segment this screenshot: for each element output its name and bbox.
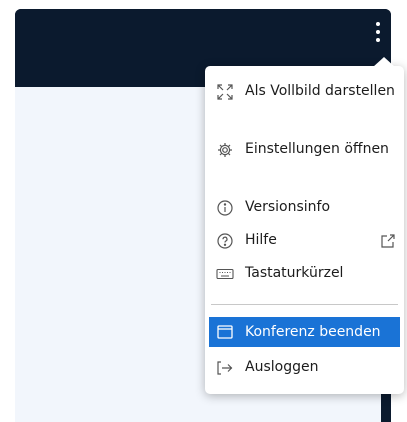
menu-item-label: Als Vollbild darstellen xyxy=(245,83,395,99)
menu-item-help[interactable]: Hilfe xyxy=(209,231,400,251)
help-icon xyxy=(214,231,236,250)
menu-item-label: Hilfe xyxy=(245,232,277,248)
menu-item-label: Ausloggen xyxy=(245,359,319,375)
menu-item-label: Konferenz beenden xyxy=(245,323,381,340)
menu-caret xyxy=(373,57,395,67)
more-options-button[interactable] xyxy=(366,15,390,49)
kebab-dot xyxy=(376,38,380,42)
menu-item-end-conference[interactable]: Konferenz beenden xyxy=(209,317,400,347)
kebab-dot xyxy=(376,30,380,34)
menu-item-label: Versionsinfo xyxy=(245,199,331,215)
gear-icon xyxy=(214,140,236,159)
menu-item-label: Tastaturkürzel xyxy=(245,265,344,281)
kebab-dot xyxy=(376,22,380,26)
external-link-icon xyxy=(378,231,398,250)
logout-icon xyxy=(214,358,236,377)
menu-item-shortcuts[interactable]: Tastaturkürzel xyxy=(209,264,400,284)
fullscreen-icon xyxy=(214,82,236,101)
menu-item-fullscreen[interactable]: Als Vollbild darstellen xyxy=(209,82,400,122)
info-icon xyxy=(214,198,236,217)
menu-item-logout[interactable]: Ausloggen xyxy=(209,358,400,378)
menu-item-label: Einstellungen öffnen xyxy=(245,141,389,157)
window-icon xyxy=(214,317,236,347)
menu-divider xyxy=(211,304,398,305)
keyboard-icon xyxy=(214,264,236,283)
menu-item-version[interactable]: Versionsinfo xyxy=(209,198,400,218)
menu-item-settings[interactable]: Einstellungen öffnen xyxy=(209,140,400,180)
options-menu: Als Vollbild darstellen Einstellungen öf… xyxy=(205,57,404,394)
